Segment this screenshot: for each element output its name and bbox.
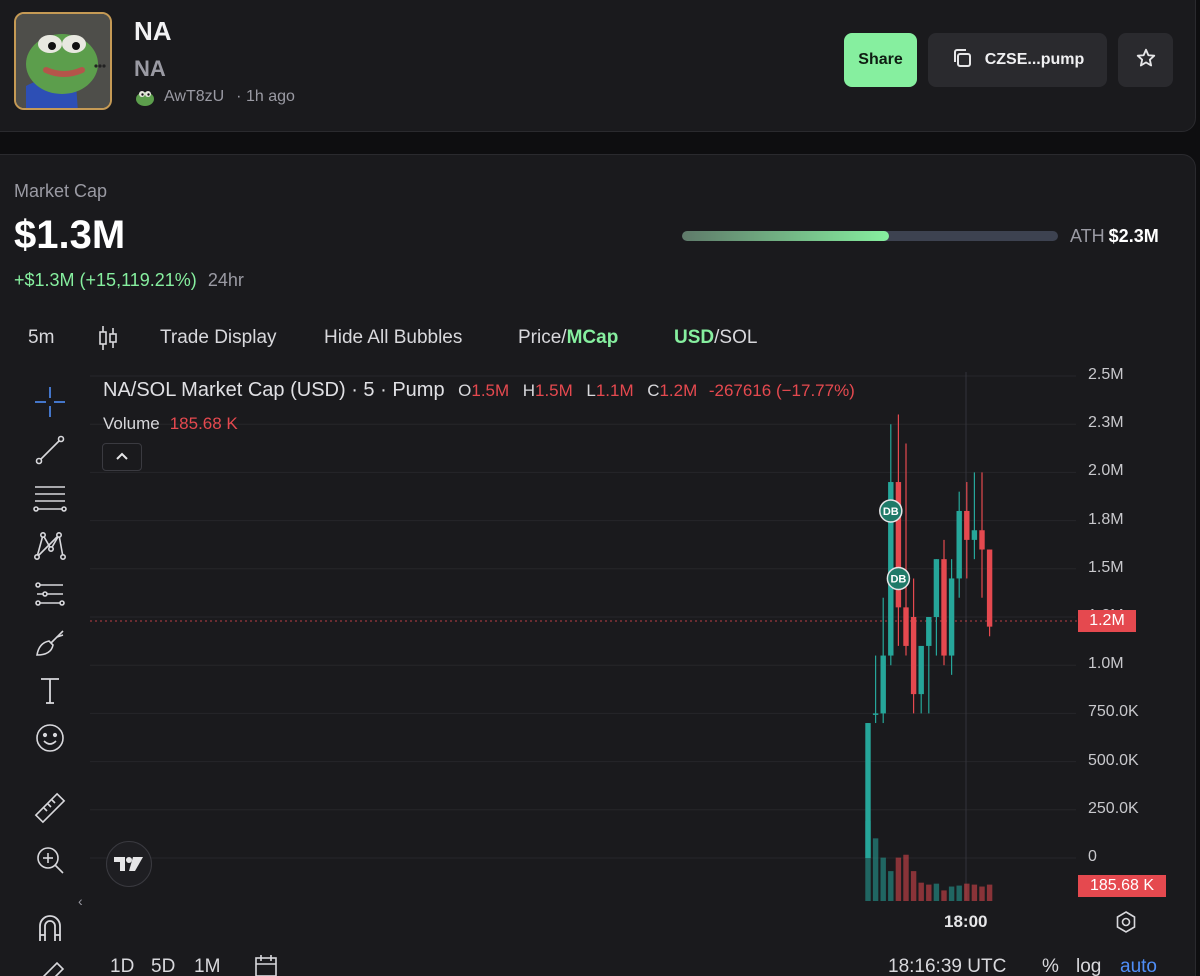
calendar-icon[interactable] <box>254 954 280 976</box>
x-axis-time-label: 18:00 <box>944 912 988 931</box>
range-1d-button[interactable]: 1D <box>110 956 134 976</box>
candle-body <box>971 530 978 540</box>
candle-body <box>948 578 955 656</box>
legend-low-key: L <box>586 381 596 400</box>
volume-bar <box>956 885 962 901</box>
volume-bar <box>888 871 894 901</box>
volume-bar <box>895 857 902 901</box>
legend-high: 1.5M <box>535 381 573 400</box>
candle-body <box>910 617 917 695</box>
candle-body <box>903 607 909 646</box>
candle-body <box>956 510 962 579</box>
legend-low: 1.1M <box>595 381 634 400</box>
current-price-tag: 1.2M <box>1078 610 1136 632</box>
volume-bar <box>903 854 909 901</box>
volume-bar <box>933 883 940 901</box>
range-5d-button[interactable]: 5D <box>151 956 175 976</box>
candle-body <box>872 713 879 715</box>
bottom-bar: 1D 5D 1M 18:16:39 UTC % log auto <box>0 954 1200 976</box>
volume-label: Volume <box>103 414 160 433</box>
volume-bar <box>979 886 985 901</box>
candle-body <box>918 645 924 695</box>
volume-bar <box>926 884 932 901</box>
y-tick-label: 250.0K <box>1088 799 1139 817</box>
candle-body <box>979 530 985 550</box>
y-tick-label: 1.8M <box>1088 510 1124 528</box>
volume-bar <box>964 883 970 901</box>
y-tick-label: 1.5M <box>1088 558 1124 576</box>
chart-legend: NA/SOL Market Cap (USD) · 5 · Pump O1.5M… <box>103 379 855 402</box>
legend-high-key: H <box>522 381 535 400</box>
candle-body <box>880 655 886 714</box>
trade-bubble-label: DB <box>890 573 906 585</box>
utc-clock[interactable]: 18:16:39 UTC <box>888 956 1006 976</box>
chart-symbol-title: NA/SOL Market Cap (USD) · 5 · Pump <box>103 379 445 401</box>
legend-change: -267616 (−17.77%) <box>708 381 855 400</box>
y-tick-label: 500.0K <box>1088 751 1139 769</box>
candle-body <box>941 559 947 656</box>
range-1m-button[interactable]: 1M <box>194 956 220 976</box>
volume-bar <box>948 886 955 901</box>
volume-bar <box>941 890 947 901</box>
y-tick-label: 2.0M <box>1088 462 1124 480</box>
volume-bar <box>986 884 993 901</box>
collapse-legend-button[interactable] <box>102 443 142 471</box>
percent-scale-toggle[interactable]: % <box>1042 956 1059 976</box>
y-tick-label: 1.0M <box>1088 655 1124 673</box>
volume-legend: Volume 185.68 K <box>103 414 238 434</box>
volume-bar <box>880 857 886 901</box>
legend-close-key: C <box>647 381 660 400</box>
y-tick-label: 2.5M <box>1088 366 1124 383</box>
legend-close: 1.2M <box>659 381 698 400</box>
volume-bar <box>918 882 924 901</box>
auto-scale-toggle[interactable]: auto <box>1120 956 1157 976</box>
y-tick-label: 750.0K <box>1088 703 1139 721</box>
candle-body <box>986 549 993 627</box>
volume-value: 185.68 K <box>169 414 238 433</box>
market-cap-chart[interactable]: DB DB <box>0 0 1200 976</box>
volume-bar <box>971 884 978 901</box>
volume-bar <box>872 838 879 901</box>
trade-bubble-label: DB <box>883 506 899 518</box>
candle-body <box>933 559 940 617</box>
log-scale-toggle[interactable]: log <box>1076 956 1101 976</box>
y-tick-label: 0 <box>1088 848 1097 865</box>
chart-settings-icon[interactable] <box>1114 910 1138 934</box>
y-tick-label: 2.3M <box>1088 414 1124 432</box>
volume-bar <box>910 871 917 901</box>
legend-open: 1.5M <box>471 381 510 400</box>
candle-body <box>964 510 970 540</box>
volume-bar <box>865 821 871 901</box>
current-volume-tag: 185.68 K <box>1078 875 1166 897</box>
tradingview-logo-icon[interactable] <box>106 841 152 887</box>
chevron-up-icon <box>115 448 129 466</box>
candle-body <box>926 617 932 646</box>
legend-open-key: O <box>458 381 472 400</box>
